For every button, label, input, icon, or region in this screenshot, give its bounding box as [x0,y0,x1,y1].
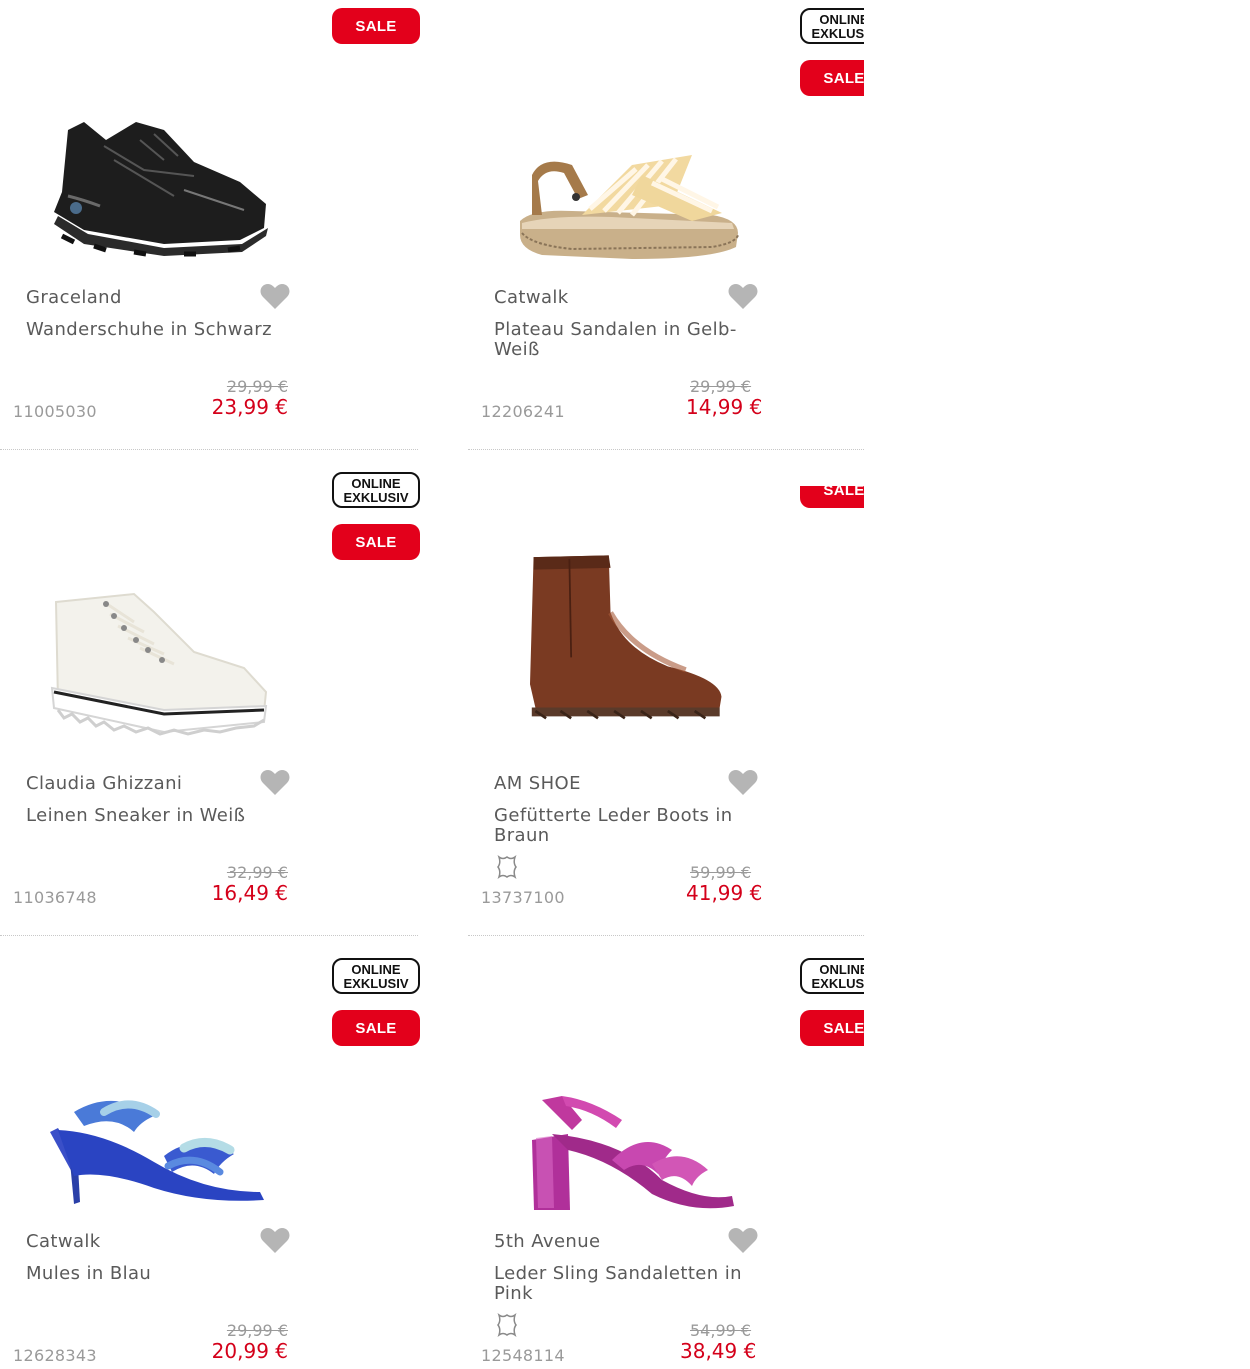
card-divider [0,935,418,936]
sale-price: 41,99 € [686,881,763,905]
product-brand: Graceland [26,287,122,308]
striped-platform-sandal-image[interactable] [512,120,752,290]
article-number: 12628343 [13,1346,97,1365]
heart-icon[interactable] [728,768,758,796]
old-price: 29,99 € [690,377,752,396]
product-brand: AM SHOE [494,773,581,794]
heart-icon[interactable] [260,768,290,796]
article-number: 12548114 [481,1346,565,1365]
old-price: 29,99 € [226,1321,288,1340]
article-number: 13737100 [481,888,565,907]
badge-line: EXKLUSIV [343,975,409,991]
article-number: 12206241 [481,402,565,421]
product-card[interactable]: ONLINE EXKLUSIV SALE Claudia Ghizzani Lei… [0,472,420,936]
card-divider [468,449,864,450]
brown-leather-boot-image[interactable] [512,550,752,720]
card-divider [0,449,418,450]
article-number: 11036748 [13,888,97,907]
product-brand: 5th Avenue [494,1231,601,1252]
sale-price: 38,49 € [680,1339,757,1363]
product-card[interactable]: ONLINEEXKLUSIV SALE Catwalk Plateau Sand… [468,0,864,450]
product-brand: Catwalk [26,1231,101,1252]
sale-badge: SALE [332,8,420,44]
leather-icon [496,854,518,880]
sale-badge: SALE [332,1010,420,1046]
product-brand: Catwalk [494,287,569,308]
sale-price: 16,49 € [211,881,288,905]
sale-price: 14,99 € [686,395,763,419]
heart-icon[interactable] [260,1226,290,1254]
product-card[interactable]: ONLINE EXKLUSIV SALE Catwalk Mules in Bla… [0,944,420,1369]
online-exclusive-badge: ONLINEEXKLUSIV [332,958,420,994]
sale-price: 23,99 € [211,395,288,419]
white-high-top-sneaker-image[interactable] [44,582,284,752]
product-name[interactable]: Leinen Sneaker in Weiß [26,806,286,826]
online-exclusive-badge: ONLINEEXKLUSIV [800,8,864,44]
heart-icon[interactable] [728,282,758,310]
product-name[interactable]: Mules in Blau [26,1264,286,1284]
old-price: 59,99 € [690,863,752,882]
product-name[interactable]: Plateau Sandalen in Gelb-Weiß [494,320,754,360]
blue-metallic-mule-image[interactable] [44,1072,284,1242]
leather-icon [496,1312,518,1338]
badge-line: EXKLUSIV [811,25,864,41]
sale-badge: SALE [800,60,864,96]
badge-line: EXKLUSIV [343,489,409,505]
sale-badge: SALE [800,1010,864,1046]
sale-price: 20,99 € [211,1339,288,1363]
sale-badge: SALE [800,486,864,508]
black-hiking-shoe-image[interactable] [44,100,284,270]
product-name[interactable]: Wanderschuhe in Schwarz [26,320,286,340]
product-name[interactable]: Gefütterte Leder Boots in Braun [494,806,754,846]
heart-icon[interactable] [728,1226,758,1254]
online-exclusive-badge: ONLINEEXKLUSIV [332,472,420,508]
badge-line: ONLINE [351,961,401,977]
online-exclusive-badge: ONLINEEXKLUSIV [800,958,864,994]
badge-line: ONLINE [351,475,401,491]
sale-badge: SALE [332,524,420,560]
product-name[interactable]: Leder Sling Sandaletten in Pink [494,1264,754,1304]
product-card[interactable]: SALE AM SHOE Gefütterte Leder Boots in B… [468,486,864,936]
product-card[interactable]: SALE Graceland Wanderschuhe in Schwarz 1… [0,0,420,450]
heart-icon[interactable] [260,282,290,310]
card-divider [468,935,864,936]
product-grid: SALE Graceland Wanderschuhe in Schwarz 1… [0,0,864,1369]
product-brand: Claudia Ghizzani [26,773,183,794]
old-price: 54,99 € [690,1321,752,1340]
product-card[interactable]: ONLINEEXKLUSIV SALE 5th Avenue Leder Sli… [468,944,864,1369]
article-number: 11005030 [13,402,97,421]
old-price: 32,99 € [226,863,288,882]
pink-metallic-sandal-image[interactable] [512,1070,752,1240]
old-price: 29,99 € [226,377,288,396]
badge-line: EXKLUSIV [811,975,864,991]
badge-line: ONLINE [819,961,864,977]
badge-line: ONLINE [819,11,864,27]
